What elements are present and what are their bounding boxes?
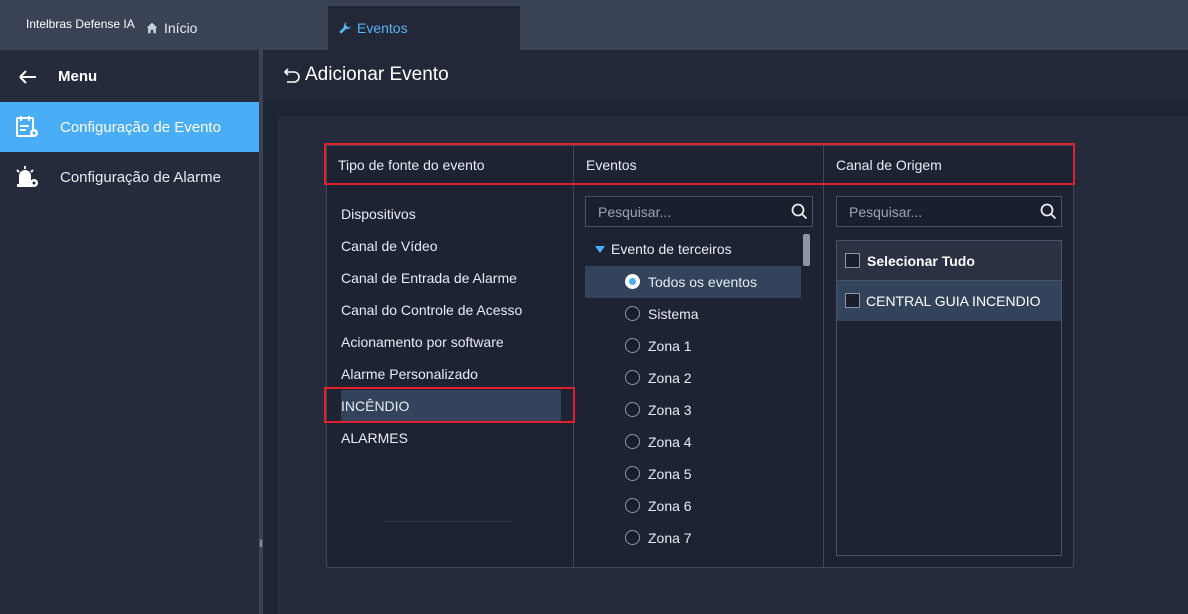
radio-icon[interactable] — [625, 338, 640, 353]
event-option[interactable]: Zona 1 — [585, 330, 801, 362]
events-scrollbar-thumb[interactable] — [803, 234, 810, 266]
alarm-config-icon — [16, 166, 38, 187]
sidebar-divider[interactable] — [259, 50, 263, 614]
channel-checkbox[interactable] — [845, 293, 860, 308]
radio-selected-icon[interactable] — [625, 274, 640, 289]
app-brand: Intelbras Defense IA — [26, 17, 135, 31]
event-config-icon — [16, 116, 38, 137]
wrench-icon — [339, 22, 351, 34]
tree-node-third-party[interactable]: Evento de terceiros — [591, 241, 732, 257]
source-type-item[interactable]: Dispositivos — [341, 198, 561, 230]
resize-handle-icon[interactable]: ‖ — [259, 539, 263, 551]
search-icon[interactable] — [1040, 203, 1057, 220]
channel-label: CENTRAL GUIA INCENDIO — [866, 293, 1041, 309]
tab-home-label: Início — [164, 20, 198, 36]
event-option-label: Zona 3 — [648, 402, 692, 418]
tab-events-label: Eventos — [357, 20, 408, 36]
select-all-checkbox[interactable] — [845, 253, 860, 268]
search-placeholder: Pesquisar... — [849, 203, 923, 220]
radio-icon[interactable] — [625, 530, 640, 545]
menu-header[interactable]: Menu — [18, 68, 97, 85]
event-option-label: Zona 5 — [648, 466, 692, 482]
sidebar-item-label: Configuração de Evento — [60, 118, 221, 136]
column-separator — [573, 146, 574, 567]
source-type-item[interactable]: Canal de Vídeo — [341, 230, 561, 262]
origin-channel-row[interactable]: CENTRAL GUIA INCENDIO — [837, 281, 1061, 321]
radio-icon[interactable] — [625, 402, 640, 417]
event-option-label: Sistema — [648, 306, 699, 322]
event-option[interactable]: Zona 6 — [585, 490, 801, 522]
radio-icon[interactable] — [625, 498, 640, 513]
top-bar: Intelbras Defense IA Início Eventos — [0, 0, 1188, 50]
source-type-item[interactable]: Alarme Personalizado — [341, 358, 561, 390]
radio-icon[interactable] — [625, 306, 640, 321]
undo-icon[interactable] — [283, 66, 301, 84]
sidebar: Menu Configuração de Evento Configuração… — [0, 50, 259, 614]
event-option[interactable]: Todos os eventos — [585, 266, 801, 298]
sidebar-item-label: Configuração de Alarme — [60, 168, 221, 186]
event-option-label: Zona 7 — [648, 530, 692, 546]
select-all-row[interactable]: Selecionar Tudo — [837, 241, 1061, 281]
home-icon — [146, 22, 158, 34]
tab-events[interactable]: Eventos — [328, 6, 520, 50]
source-type-item[interactable]: Acionamento por software — [341, 326, 561, 358]
back-title[interactable]: Adicionar Evento — [283, 64, 449, 86]
event-option-label: Todos os eventos — [648, 274, 757, 290]
radio-icon[interactable] — [625, 434, 640, 449]
event-option[interactable]: Zona 5 — [585, 458, 801, 490]
event-option[interactable]: Sistema — [585, 298, 801, 330]
page-title: Adicionar Evento — [305, 64, 449, 85]
event-option-label: Zona 1 — [648, 338, 692, 354]
search-placeholder: Pesquisar... — [598, 203, 672, 220]
event-option[interactable]: Zona 7 — [585, 522, 801, 554]
sidebar-item-event-config[interactable]: Configuração de Evento — [0, 102, 259, 152]
event-option[interactable]: Zona 4 — [585, 426, 801, 458]
highlight-box-headers — [324, 143, 1075, 185]
radio-icon[interactable] — [625, 370, 640, 385]
tab-home[interactable]: Início — [145, 20, 197, 36]
back-arrow-icon[interactable] — [18, 69, 38, 85]
events-scrollbar-track[interactable] — [803, 234, 810, 552]
menu-label: Menu — [58, 68, 98, 85]
source-type-item[interactable]: Canal do Controle de Acesso — [341, 294, 561, 326]
event-option[interactable]: Zona 3 — [585, 394, 801, 426]
page-header: Adicionar Evento — [263, 50, 1188, 102]
event-option-label: Zona 4 — [648, 434, 692, 450]
event-option-label: Zona 6 — [648, 498, 692, 514]
source-type-item[interactable]: ALARMES — [341, 422, 561, 454]
events-search-input[interactable]: Pesquisar... — [585, 196, 813, 227]
search-icon[interactable] — [791, 203, 808, 220]
event-option[interactable]: Zona 2 — [585, 362, 801, 394]
event-panel: Tipo de fonte do evento Eventos Canal de… — [326, 145, 1074, 568]
radio-icon[interactable] — [625, 466, 640, 481]
select-all-label: Selecionar Tudo — [867, 252, 975, 269]
origin-channel-list: Selecionar Tudo CENTRAL GUIA INCENDIO — [836, 240, 1062, 556]
event-option-label: Zona 2 — [648, 370, 692, 386]
sidebar-item-alarm-config[interactable]: Configuração de Alarme — [0, 152, 259, 202]
origin-search-input[interactable]: Pesquisar... — [836, 196, 1062, 227]
source-type-item[interactable]: Canal de Entrada de Alarme — [341, 262, 561, 294]
highlight-box-incendio — [324, 387, 575, 423]
tree-node-label: Evento de terceiros — [611, 241, 732, 257]
divider — [383, 521, 513, 522]
caret-down-icon[interactable] — [595, 245, 605, 253]
column-separator — [823, 146, 824, 567]
